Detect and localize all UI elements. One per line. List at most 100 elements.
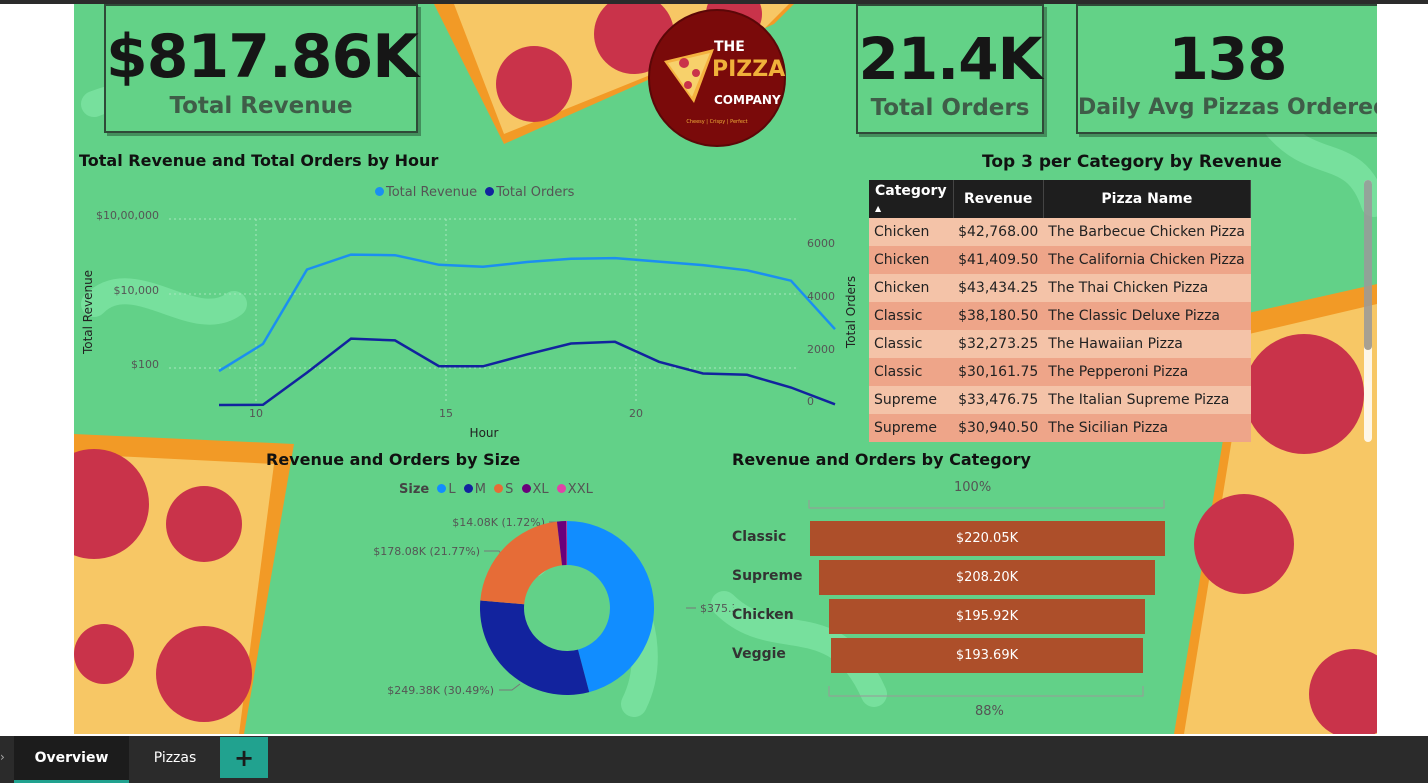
top3-table: Category ▲ Revenue Pizza Name Chicken $42,… [869, 180, 1251, 442]
table-row[interactable]: Supreme $30,940.50 The Sicilian Pizza [869, 414, 1251, 442]
legend-label-xl: XL [532, 482, 549, 497]
legend-label-xxl: XXL [567, 482, 593, 497]
tab-overview[interactable]: Overview [14, 736, 129, 783]
funnel-bottom-bracket [828, 686, 1144, 697]
funnel-bar-supreme[interactable]: $208.20K [819, 560, 1155, 595]
category-header-label: Category [875, 183, 947, 199]
cell-category: Classic [869, 358, 954, 386]
pizza-company-logo: THE PIZZA COMPANY Cheesy | Crispy | Perf… [648, 9, 786, 147]
total-revenue-label: Total Revenue [169, 93, 353, 119]
hour-line-chart: $10,00,000 $10,000 $100 6000 4000 2000 0… [81, 209, 858, 440]
cell-category: Chicken [869, 274, 954, 302]
total-orders-value: 21.4K [858, 25, 1042, 93]
total-revenue-value: $817.86K [106, 22, 419, 92]
funnel-bottom-percent: 88% [975, 704, 1004, 719]
x-tick-20: 20 [629, 407, 643, 420]
table-row[interactable]: Chicken $42,768.00 The Barbecue Chicken Pi… [869, 218, 1251, 246]
tab-pizzas[interactable]: Pizzas [130, 736, 220, 780]
legend-dot-xxl [556, 484, 566, 493]
category-chart-title: Revenue and Orders by Category [732, 450, 1031, 469]
donut-slice-s[interactable] [480, 521, 563, 605]
cell-category: Chicken [869, 246, 954, 274]
label-m: $249.38K (30.49%) [387, 684, 494, 697]
cell-category: Supreme [869, 386, 954, 414]
top3-table-container: Category ▲ Revenue Pizza Name Chicken $42,… [869, 180, 1251, 442]
total-orders-card: 21.4K Total Orders [856, 4, 1044, 134]
funnel-top-bracket [808, 500, 1165, 509]
table-row[interactable]: Classic $30,161.75 The Pepperoni Pizza [869, 358, 1251, 386]
logo-line-3: COMPANY [714, 93, 781, 107]
cell-pizza-name: The Classic Deluxe Pizza [1043, 302, 1251, 330]
revenue-legend-label: Total Revenue [386, 185, 478, 200]
legend-label-m: M [474, 482, 486, 497]
pizza-name-header[interactable]: Pizza Name [1043, 180, 1251, 218]
left-tick-1m: $10,00,000 [96, 209, 159, 222]
table-row[interactable]: Supreme $33,476.75 The Italian Supreme Piz… [869, 386, 1251, 414]
funnel-label-classic: Classic [732, 529, 787, 545]
right-axis-title: Total Orders [844, 276, 858, 349]
revenue-header[interactable]: Revenue [953, 180, 1044, 218]
cell-revenue: $30,940.50 [953, 414, 1044, 442]
x-tick-15: 15 [439, 407, 453, 420]
cell-pizza-name: The Barbecue Chicken Pizza [1043, 218, 1251, 246]
cell-revenue: $42,768.00 [953, 218, 1044, 246]
cell-pizza-name: The California Chicken Pizza [1043, 246, 1251, 274]
tabs-nav-arrow-icon[interactable]: › [0, 750, 5, 764]
report-canvas: $817.86K Total Revenue 21.4K Total Order… [74, 4, 1377, 734]
table-row[interactable]: Chicken $43,434.25 The Thai Chicken Pizza [869, 274, 1251, 302]
total-revenue-card: $817.86K Total Revenue [104, 4, 419, 133]
table-row[interactable]: Classic $32,273.25 The Hawaiian Pizza [869, 330, 1251, 358]
funnel-bar-classic[interactable]: $220.05K [809, 521, 1165, 556]
cell-revenue: $38,180.50 [953, 302, 1044, 330]
funnel-label-supreme: Supreme [732, 568, 803, 584]
top3-title: Top 3 per Category by Revenue [982, 152, 1282, 172]
total-orders-line[interactable] [218, 337, 836, 407]
table-row[interactable]: Classic $38,180.50 The Classic Deluxe Pizz… [869, 302, 1251, 330]
donut-slice-m[interactable] [480, 600, 590, 696]
cell-category: Supreme [869, 414, 954, 442]
cell-category: Classic [869, 330, 954, 358]
hour-chart-grid [169, 218, 799, 404]
funnel-label-veggie: Veggie [732, 646, 786, 662]
hour-chart-title: Total Revenue and Total Orders by Hour [79, 151, 439, 170]
size-legend-title: Size [399, 482, 430, 497]
right-tick-6000: 6000 [807, 237, 835, 250]
cell-category: Classic [869, 302, 954, 330]
daily-avg-value: 138 [1168, 25, 1287, 93]
total-orders-label: Total Orders [870, 95, 1030, 121]
x-tick-10: 10 [249, 407, 263, 420]
legend-dot-xl [521, 484, 531, 493]
left-axis-title: Total Revenue [81, 270, 95, 355]
page-tabs-bar: › Overview Pizzas + [0, 736, 1428, 783]
funnel-bar-chicken[interactable]: $195.92K [828, 599, 1146, 634]
sort-ascending-icon: ▲ [875, 204, 882, 213]
size-chart-title: Revenue and Orders by Size [266, 450, 521, 469]
cell-revenue: $32,273.25 [953, 330, 1044, 358]
size-donut-chart: $375.32K (45.89%) $249.38K (30.49%) $178… [373, 516, 734, 697]
cell-pizza-name: The Thai Chicken Pizza [1043, 274, 1251, 302]
size-chart-legend: Size L M S XL XXL [399, 482, 593, 497]
right-tick-2000: 2000 [807, 343, 835, 356]
label-s: $178.08K (21.77%) [373, 545, 480, 558]
table-scrollbar-thumb[interactable] [1364, 180, 1372, 350]
add-page-button[interactable]: + [220, 737, 268, 778]
logo-line-1: THE [714, 39, 745, 55]
category-header[interactable]: Category ▲ [869, 180, 954, 218]
table-scrollbar[interactable] [1364, 180, 1372, 442]
hour-chart-legend: Total Revenue Total Orders [371, 185, 574, 200]
cell-revenue: $33,476.75 [953, 386, 1044, 414]
legend-label-s: S [505, 482, 514, 497]
cell-pizza-name: The Italian Supreme Pizza [1043, 386, 1251, 414]
table-row[interactable]: Chicken $41,409.50 The California Chicken … [869, 246, 1251, 274]
x-axis-title: Hour [470, 426, 499, 440]
orders-legend-dot [485, 187, 495, 196]
cell-revenue: $41,409.50 [953, 246, 1044, 274]
cell-revenue: $43,434.25 [953, 274, 1044, 302]
cell-category: Chicken [869, 218, 954, 246]
funnel-label-chicken: Chicken [732, 607, 794, 623]
right-tick-4000: 4000 [807, 290, 835, 303]
daily-avg-card: 138 Daily Avg Pizzas Ordered [1076, 4, 1377, 134]
label-l: $375.32K (45.89%) [700, 602, 734, 615]
funnel-bar-veggie[interactable]: $193.69K [830, 638, 1144, 673]
funnel-top-percent: 100% [954, 480, 992, 495]
